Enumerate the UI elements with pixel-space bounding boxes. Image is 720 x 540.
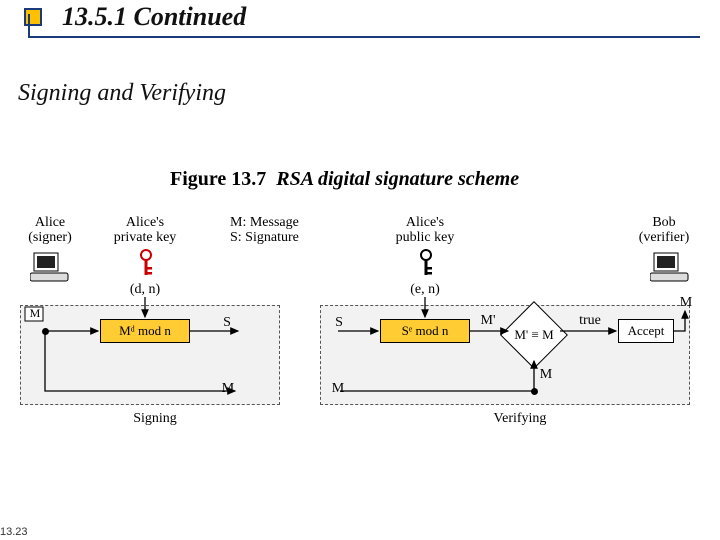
header-rule-vertical [28,14,38,38]
key-red-icon [138,249,154,279]
true-label: true [575,313,605,328]
sign-op-text: Mᵈ mod n [119,323,171,339]
mprime-label: M' [476,313,500,328]
node-dot [531,388,538,395]
m-bottom-in: M [330,381,346,396]
s-out-label: S [220,315,234,330]
sign-op-box: Mᵈ mod n [100,319,190,343]
alice-private-key-label: Alice's private key [110,215,180,246]
alice-public-key-label: Alice's public key [390,215,460,246]
slide-header: 13.5.1 Continued [0,0,720,46]
signing-label: Signing [120,411,190,426]
figure-caption: Figure 13.7 RSA digital signature scheme [170,168,519,191]
slide-title: 13.5.1 Continued [62,2,246,32]
header-rule [28,36,700,38]
dn-label: (d, n) [120,282,170,297]
verifying-label: Verifying [480,411,560,426]
slide-number: 13.23 [0,526,28,538]
rsa-diagram: Alice (signer) Alice's private key M: Me… [20,215,700,455]
alice-label: Alice (signer) [20,215,80,246]
node-dot [42,328,49,335]
s-in-label: S [332,315,346,330]
key-black-icon [418,249,434,279]
computer-icon [650,251,690,283]
figure-number: Figure 13.7 [170,168,266,190]
bob-label: Bob (verifier) [634,215,694,246]
slide-subtitle: Signing and Verifying [18,80,226,107]
figure-caption-text: RSA digital signature scheme [276,168,519,190]
verify-op-text: Sᵉ mod n [402,323,449,339]
en-label: (e, n) [400,282,450,297]
msg-sig-label: M: Message S: Signature [230,215,330,246]
m-diamond-in: M [538,367,554,382]
accept-text: Accept [628,323,665,339]
m-out-label: M [678,295,694,310]
compare-label: M' ≡ M [504,327,564,343]
m-bottom-out: M [220,381,236,396]
verify-op-box: Sᵉ mod n [380,319,470,343]
m-in-label: M [28,307,42,320]
computer-icon [30,251,70,283]
accept-box: Accept [618,319,674,343]
